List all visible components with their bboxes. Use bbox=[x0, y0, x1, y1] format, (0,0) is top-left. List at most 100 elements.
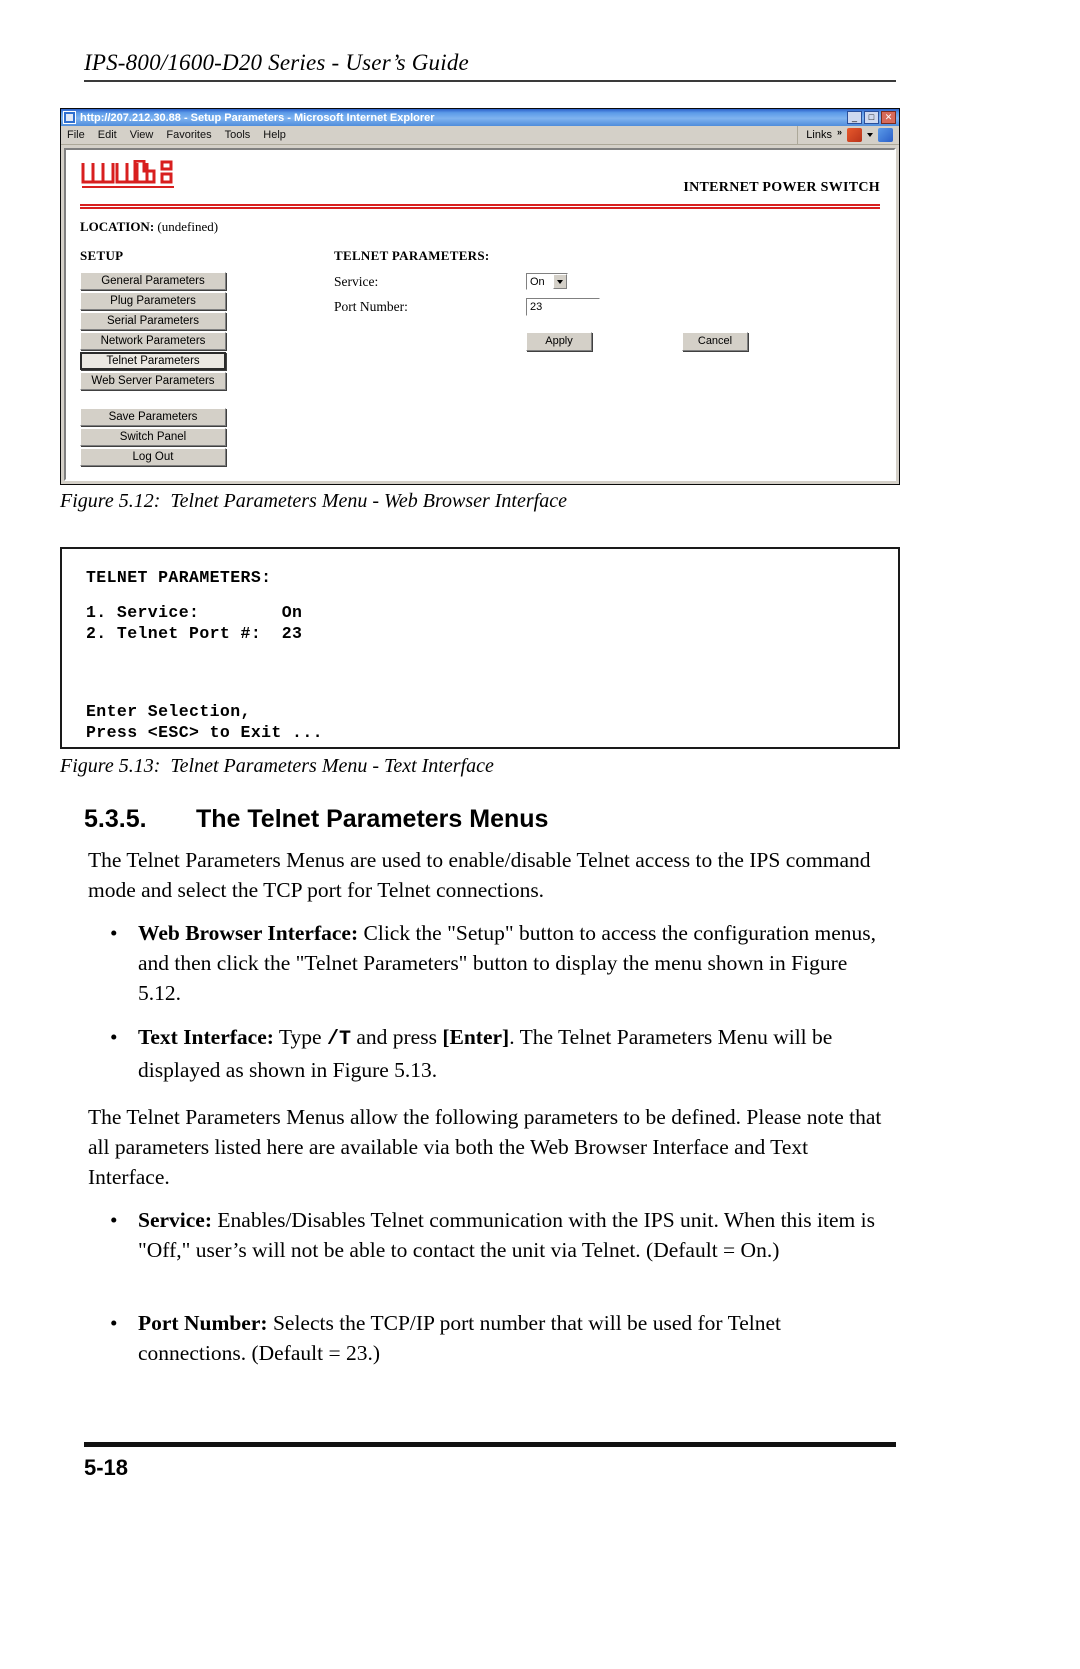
browser-viewport: INTERNET POWER SWITCH LOCATION: (undefin… bbox=[64, 148, 896, 481]
running-head-title: IPS-800/1600-D20 Series - User’s Guide bbox=[84, 50, 469, 75]
sidebar-item-serial-parameters[interactable]: Serial Parameters bbox=[80, 312, 226, 330]
section-intro-paragraph: The Telnet Parameters Menus are used to … bbox=[88, 848, 871, 902]
bullet-marker: • bbox=[110, 1311, 118, 1335]
section-heading: 5.3.5. The Telnet Parameters Menus bbox=[84, 805, 896, 834]
browser-menubar: File Edit View Favorites Tools Help Link… bbox=[61, 126, 899, 145]
menu-item-view[interactable]: View bbox=[130, 129, 154, 141]
bullet-lead: Port Number: bbox=[138, 1311, 268, 1335]
text-figure-line-5: Press <ESC> to Exit ... bbox=[86, 723, 323, 742]
bullet-lead: Web Browser Interface: bbox=[138, 921, 359, 945]
bullet-code: /T bbox=[326, 1028, 351, 1051]
messenger-icon[interactable] bbox=[847, 128, 862, 142]
location-line: LOCATION: (undefined) bbox=[80, 219, 894, 235]
telnet-parameters-form: TELNET PARAMETERS: Service: On Port Numb… bbox=[334, 248, 754, 351]
port-number-input[interactable]: 23 bbox=[526, 298, 600, 316]
section-number: 5.3.5. bbox=[84, 805, 147, 833]
bullet-body: Service: Enables/Disables Telnet communi… bbox=[138, 1205, 890, 1265]
links-label[interactable]: Links bbox=[806, 129, 832, 141]
browser-titlebar: http://207.212.30.88 - Setup Parameters … bbox=[61, 109, 899, 126]
chevron-down-glyph bbox=[557, 279, 563, 284]
close-button[interactable]: ✕ bbox=[881, 111, 896, 124]
bullet-enter-key: [Enter] bbox=[442, 1025, 510, 1049]
wti-logo bbox=[80, 159, 188, 199]
bullet-text: Enables/Disables Telnet communication wi… bbox=[138, 1208, 875, 1262]
minimize-button[interactable]: _ bbox=[847, 111, 862, 124]
header-red-rule bbox=[80, 204, 880, 209]
bullet-port-number: • Port Number: Selects the TCP/IP port n… bbox=[110, 1308, 890, 1368]
figure-caption-512-number: Figure 5.12: bbox=[60, 490, 161, 512]
figure-caption-513-text: Telnet Parameters Menu - Text Interface bbox=[170, 755, 494, 777]
location-value: (undefined) bbox=[157, 219, 219, 234]
sidebar-item-general-parameters[interactable]: General Parameters bbox=[80, 272, 226, 290]
service-label: Service: bbox=[334, 273, 379, 289]
bullet-text-interface: • Text Interface: Type /T and press [Ent… bbox=[110, 1022, 890, 1085]
port-number-label: Port Number: bbox=[334, 299, 408, 314]
location-label: LOCATION: bbox=[80, 219, 155, 234]
running-head: IPS-800/1600-D20 Series - User’s Guide bbox=[84, 50, 896, 82]
chevron-down-icon[interactable] bbox=[553, 274, 567, 289]
figure-caption-513: Figure 5.13: Telnet Parameters Menu - Tex… bbox=[60, 755, 494, 778]
browser-titlebar-text: http://207.212.30.88 - Setup Parameters … bbox=[80, 111, 435, 124]
menu-item-favorites[interactable]: Favorites bbox=[166, 129, 211, 141]
maximize-button[interactable]: □ bbox=[864, 111, 879, 124]
service-row: Service: On bbox=[334, 273, 754, 290]
chevron-down-icon[interactable] bbox=[867, 133, 873, 137]
bullet-body: Web Browser Interface: Click the "Setup"… bbox=[138, 918, 890, 1008]
menu-item-edit[interactable]: Edit bbox=[98, 129, 117, 141]
service-select[interactable]: On bbox=[526, 273, 568, 290]
page-number: 5-18 bbox=[84, 1455, 129, 1480]
bullet-marker: • bbox=[110, 1208, 118, 1232]
bullet-lead: Service: bbox=[138, 1208, 213, 1232]
menubar-items: File Edit View Favorites Tools Help bbox=[67, 129, 797, 141]
menu-item-help[interactable]: Help bbox=[263, 129, 286, 141]
port-number-row: Port Number: 23 bbox=[334, 298, 754, 316]
bullet-marker: • bbox=[110, 921, 118, 945]
text-figure-line-2: 1. Service: On bbox=[86, 603, 303, 622]
bullet-body: Port Number: Selects the TCP/IP port num… bbox=[138, 1308, 890, 1368]
sidebar-item-network-parameters[interactable]: Network Parameters bbox=[80, 332, 226, 350]
bullet-web-browser-interface: • Web Browser Interface: Click the "Setu… bbox=[110, 918, 890, 1008]
menubar-right-cluster: Links » bbox=[797, 126, 899, 144]
bullet-service: • Service: Enables/Disables Telnet commu… bbox=[110, 1205, 890, 1265]
sidebar-item-save-parameters[interactable]: Save Parameters bbox=[80, 408, 226, 426]
figure-caption-512: Figure 5.12: Telnet Parameters Menu - Web… bbox=[60, 490, 567, 513]
setup-sidebar: General Parameters Plug Parameters Seria… bbox=[80, 272, 226, 468]
browser-window-figure: http://207.212.30.88 - Setup Parameters … bbox=[60, 108, 900, 485]
text-figure-line-3: 2. Telnet Port #: 23 bbox=[86, 624, 303, 643]
footer-rule bbox=[84, 1442, 896, 1447]
chevron-double-right-icon[interactable]: » bbox=[837, 127, 842, 137]
apply-button[interactable]: Apply bbox=[526, 332, 592, 351]
sidebar-item-log-out[interactable]: Log Out bbox=[80, 448, 226, 466]
bullet-text-b: and press bbox=[350, 1025, 443, 1049]
section-mid-paragraph: The Telnet Parameters Menus allow the fo… bbox=[88, 1105, 882, 1189]
bullet-lead: Text Interface: bbox=[138, 1025, 274, 1049]
text-figure-line-4: Enter Selection, bbox=[86, 702, 251, 721]
bullet-marker: • bbox=[110, 1025, 118, 1049]
running-head-rule bbox=[84, 80, 896, 82]
figure-caption-512-text: Telnet Parameters Menu - Web Browser Int… bbox=[170, 490, 567, 512]
bullet-body: Text Interface: Type /T and press [Enter… bbox=[138, 1022, 890, 1085]
sidebar-item-switch-panel[interactable]: Switch Panel bbox=[80, 428, 226, 446]
sidebar-item-web-server-parameters[interactable]: Web Server Parameters bbox=[80, 372, 226, 390]
product-title: INTERNET POWER SWITCH bbox=[683, 180, 880, 195]
menu-item-tools[interactable]: Tools bbox=[225, 129, 251, 141]
menu-item-file[interactable]: File bbox=[67, 129, 85, 141]
form-title: TELNET PARAMETERS: bbox=[334, 248, 490, 263]
window-controls: _ □ ✕ bbox=[847, 111, 897, 124]
windows-update-icon[interactable] bbox=[878, 128, 893, 142]
bullet-text-a: Type bbox=[273, 1025, 327, 1049]
sidebar-item-plug-parameters[interactable]: Plug Parameters bbox=[80, 292, 226, 310]
section-title: The Telnet Parameters Menus bbox=[196, 805, 549, 833]
wti-body: SETUP General Parameters Plug Parameters… bbox=[66, 248, 894, 466]
wti-header: INTERNET POWER SWITCH bbox=[66, 150, 894, 204]
text-figure-spacer-2 bbox=[86, 644, 898, 701]
text-figure-line-1: TELNET PARAMETERS: bbox=[86, 568, 272, 587]
sidebar-item-telnet-parameters[interactable]: Telnet Parameters bbox=[80, 352, 226, 370]
form-button-row: Apply Cancel bbox=[334, 332, 754, 351]
figure-caption-513-number: Figure 5.13: bbox=[60, 755, 161, 777]
text-interface-figure: TELNET PARAMETERS: 1. Service: On 2. Tel… bbox=[60, 547, 900, 749]
cancel-button[interactable]: Cancel bbox=[682, 332, 748, 351]
service-select-value: On bbox=[530, 275, 545, 288]
ie-document-icon bbox=[63, 111, 76, 124]
